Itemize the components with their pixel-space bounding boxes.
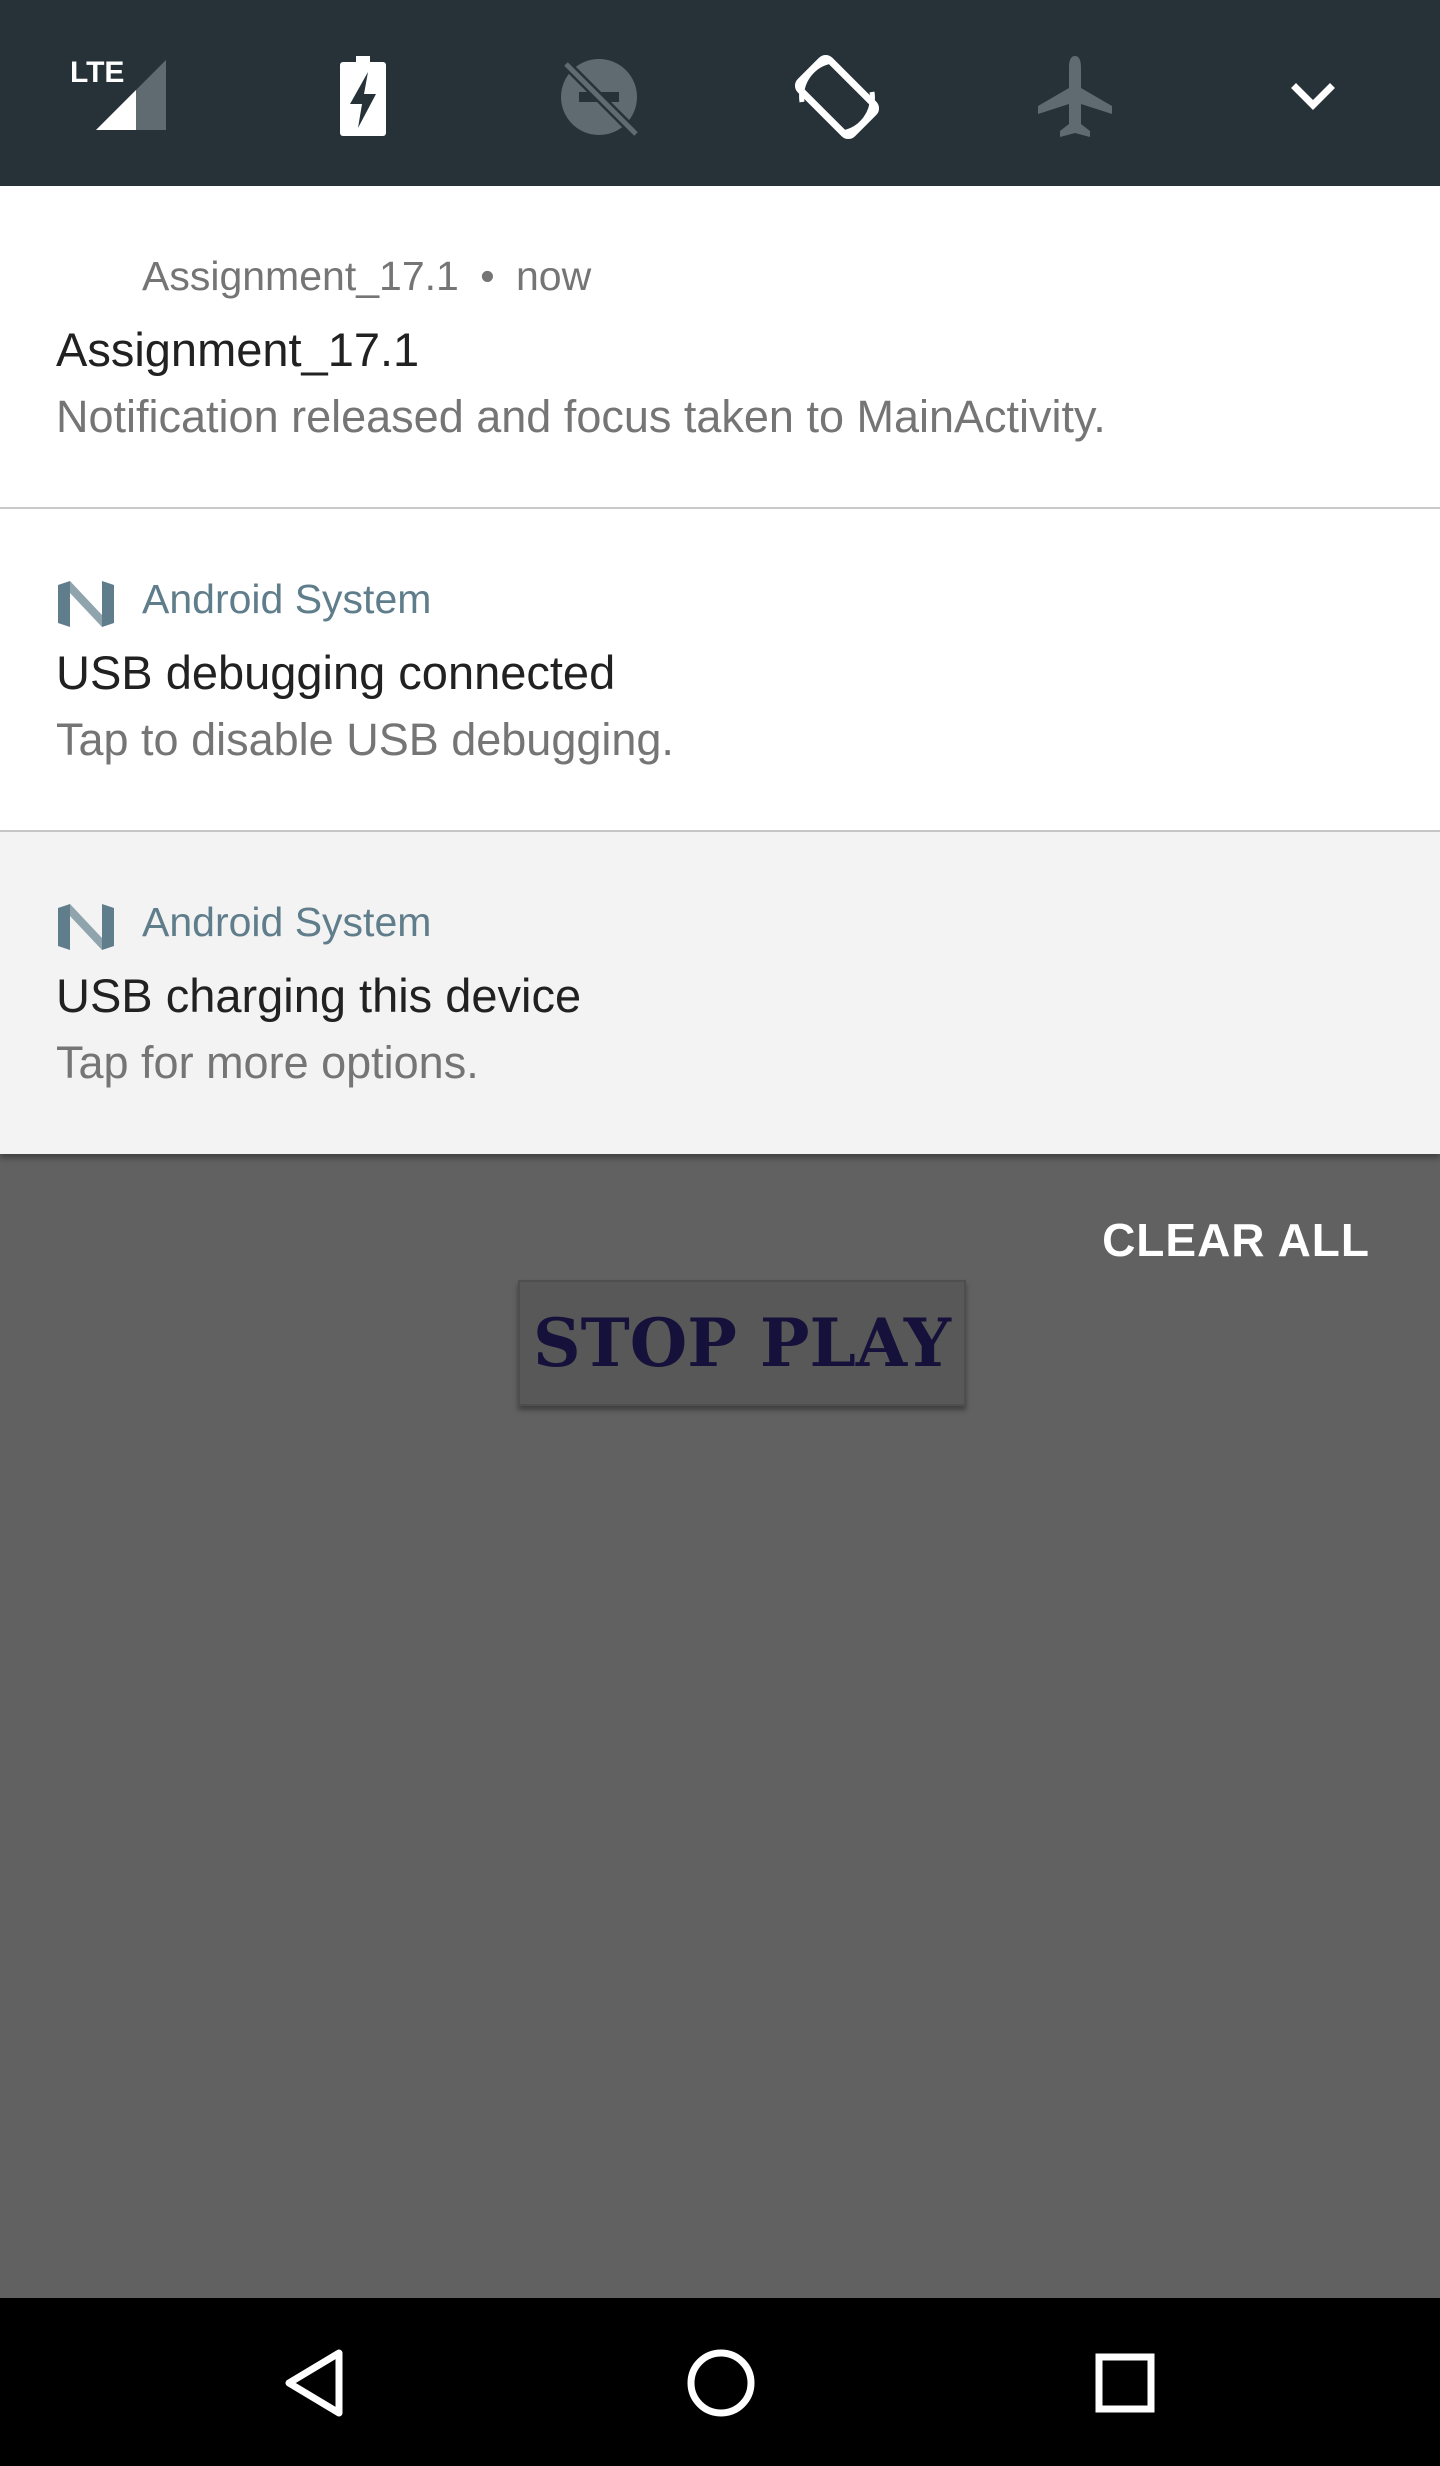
home-circle-icon[interactable]	[656, 2318, 786, 2448]
navigation-bar	[0, 2298, 1440, 2466]
notification-app-name: Android System	[142, 576, 432, 622]
recents-square-icon[interactable]	[1060, 2318, 1190, 2448]
battery-charging-icon[interactable]	[308, 42, 418, 152]
notification-text: Tap for more options.	[56, 1037, 479, 1088]
stop-play-button[interactable]: STOP PLAY	[518, 1280, 966, 1406]
notification-usb-debugging[interactable]: Android System USB debugging connected T…	[0, 509, 1440, 831]
notification-header: Android System	[0, 892, 1440, 952]
expand-chevron-icon[interactable]	[1258, 42, 1368, 152]
auto-rotate-icon[interactable]	[782, 42, 892, 152]
notification-app-name: Assignment_17.1	[142, 253, 459, 299]
lte-signal-icon[interactable]: LTE	[62, 42, 172, 152]
notification-app-line: Assignment_17.1 • now	[142, 250, 591, 302]
lte-label: LTE	[70, 56, 124, 89]
do-not-disturb-off-icon[interactable]	[544, 42, 654, 152]
notification-header: Assignment_17.1 • now	[0, 246, 1440, 306]
notification-text: Notification released and focus taken to…	[56, 391, 1106, 442]
notification-header: Android System	[0, 569, 1440, 629]
clear-all-button[interactable]: CLEAR ALL	[1102, 1210, 1370, 1270]
android-n-logo-icon	[56, 581, 116, 627]
notification-usb-charging[interactable]: Android System USB charging this device …	[0, 832, 1440, 1154]
notification-title: USB debugging connected	[56, 646, 616, 699]
notification-title: Assignment_17.1	[56, 323, 420, 376]
notification-app-name: Android System	[142, 899, 432, 945]
quick-settings-bar: LTE	[0, 0, 1440, 186]
header-separator: •	[480, 253, 495, 299]
notification-title: USB charging this device	[56, 969, 582, 1022]
notification-text: Tap to disable USB debugging.	[56, 714, 674, 765]
screen: LTE Assignment_17.1 • now Assignment_17.…	[0, 0, 1440, 2466]
notification-assignment[interactable]: Assignment_17.1 • now Assignment_17.1 No…	[0, 186, 1440, 508]
airplane-mode-icon[interactable]	[1020, 42, 1130, 152]
android-n-logo-icon	[56, 904, 116, 950]
back-triangle-icon[interactable]	[252, 2318, 382, 2448]
notification-time: now	[515, 253, 592, 299]
